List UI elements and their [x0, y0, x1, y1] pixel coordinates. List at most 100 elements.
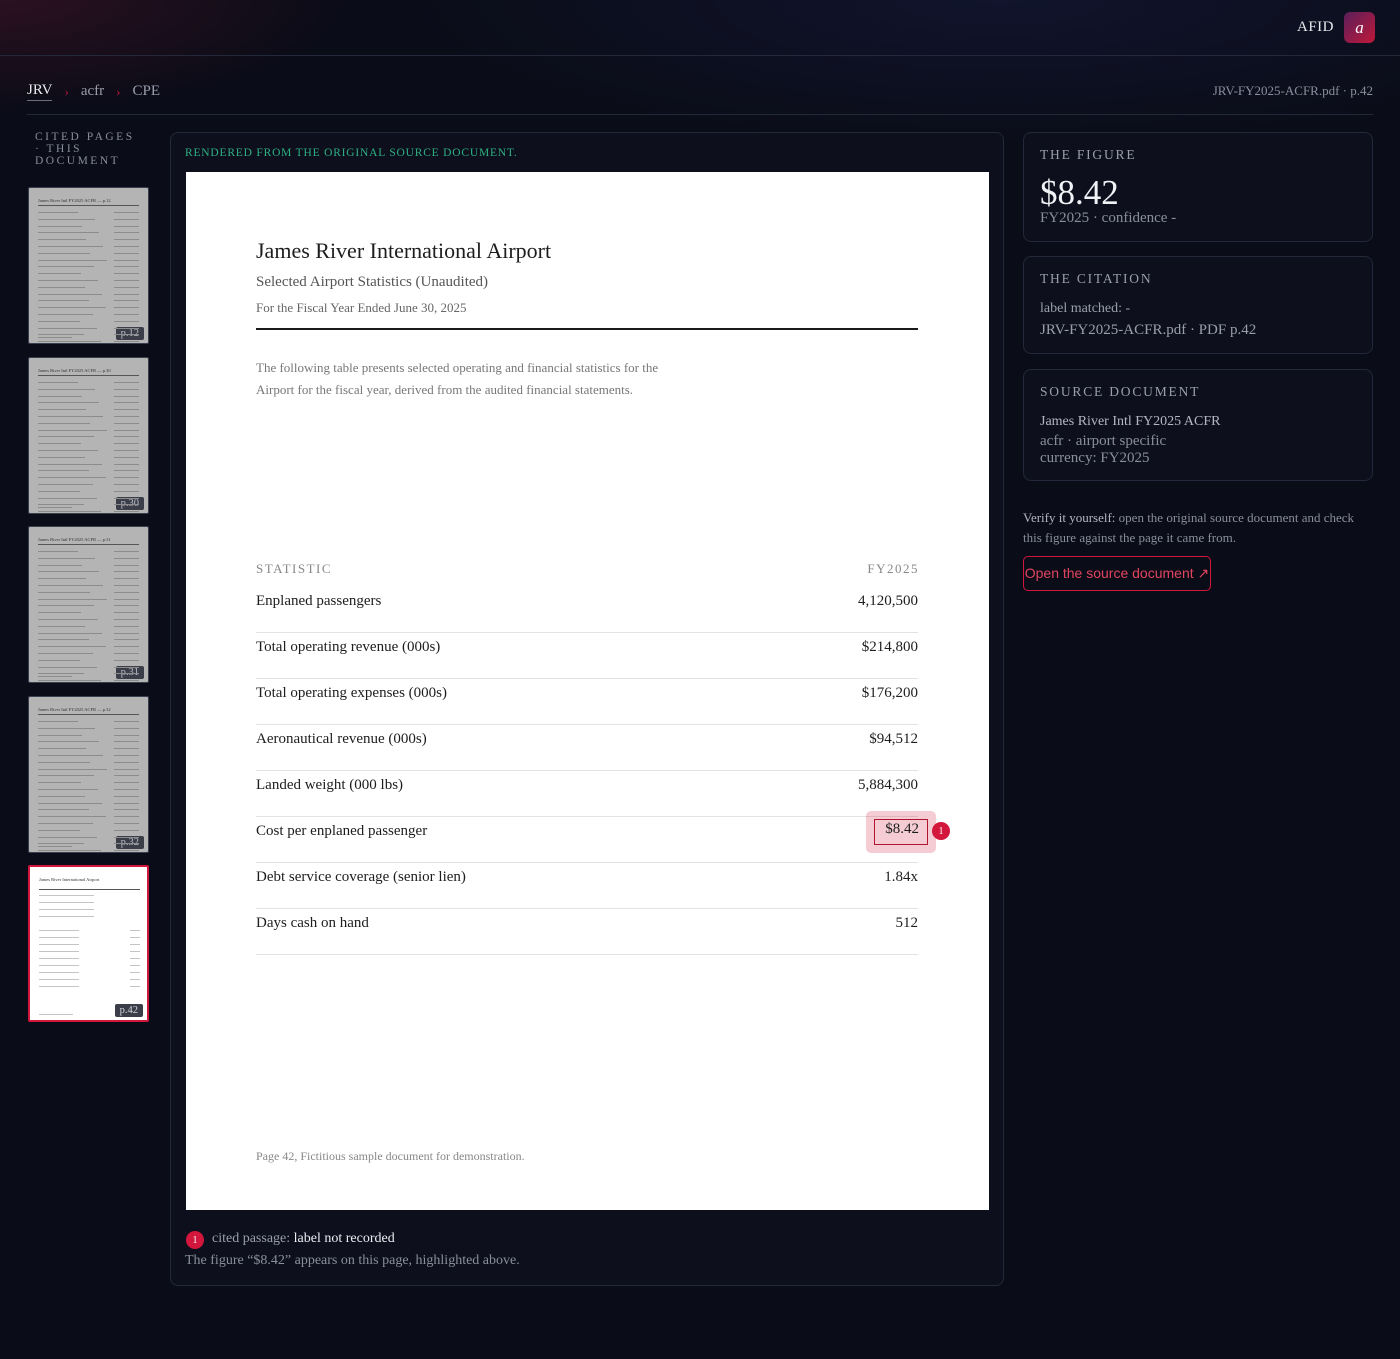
thumbnail-header: James River Intl FY2025 ACFR — p.31	[38, 537, 111, 542]
column-header-statistic: STATISTIC	[256, 561, 333, 576]
breadcrumb: JRV › acfr › CPE	[27, 82, 160, 101]
breadcrumb-item-jrv[interactable]: JRV	[27, 82, 53, 101]
thumbnail-text-line	[38, 782, 81, 784]
table-row: Aeronautical revenue (000s) $94,512	[256, 725, 918, 771]
thumbnail-text-line	[39, 944, 79, 945]
highlighted-value[interactable]: $8.42	[885, 821, 919, 838]
row-value: $94,512	[869, 731, 918, 747]
thumbnail-header: James River Intl FY2025 ACFR — p.12	[38, 198, 111, 203]
thumbnail-text-line	[38, 741, 99, 743]
thumbnail-text-line	[38, 266, 94, 268]
thumbnail-text-line	[38, 789, 98, 790]
thumbnail-text-line	[38, 225, 82, 227]
citation-marker[interactable]: 1	[932, 822, 950, 840]
thumbnail-text-line	[114, 551, 139, 552]
thumbnail-text-line	[130, 965, 140, 966]
thumbnail-text-line	[38, 239, 86, 241]
thumbnail-text-line	[114, 585, 139, 586]
page-thumbnail-p42[interactable]: James River International Airport p.42	[28, 865, 149, 1022]
thumbnail-text-line	[39, 965, 79, 966]
citation-location: JRV-FY2025-ACFR.pdf · PDF p.42	[1040, 322, 1257, 338]
cited-passage-prefix: cited passage:	[212, 1231, 291, 1246]
thumbnail-text-line	[38, 673, 84, 675]
row-label: Landed weight (000 lbs)	[256, 777, 404, 793]
thumbnail-text-line	[114, 761, 139, 763]
thumbnail-text-line	[114, 320, 139, 322]
thumbnail-text-line	[114, 429, 139, 431]
thumbnail-text-line	[114, 802, 139, 804]
thumbnail-text-line	[38, 422, 90, 424]
thumbnail-text-line	[114, 646, 139, 648]
page-thumbnail-p32[interactable]: James River Intl FY2025 ACFR — p.32 p.32	[28, 696, 149, 853]
breadcrumb-item-acfr[interactable]: acfr	[81, 83, 104, 100]
thumbnail-text-line	[38, 246, 103, 247]
thumbnail-text-line	[38, 632, 102, 634]
page-thumbnail-p31[interactable]: James River Intl FY2025 ACFR — p.31 p.31	[28, 526, 149, 683]
cited-passage-badge: 1	[186, 1231, 204, 1249]
document-viewer: RENDERED FROM THE ORIGINAL SOURCE DOCUME…	[170, 132, 1004, 1286]
thumbnail-text-line	[38, 416, 103, 417]
thumbnail-text-line	[38, 504, 84, 506]
thumbnail-text-line	[114, 382, 139, 383]
thumbnail-text-line	[114, 673, 139, 675]
page-thumbnail-p12[interactable]: James River Intl FY2025 ACFR — p.12 p.12	[28, 187, 149, 344]
thumbnail-text-line	[114, 625, 139, 627]
thumbnail-text-line	[114, 456, 139, 458]
thumbnail-text-line	[114, 829, 139, 831]
thumbnail-text-line	[39, 937, 79, 938]
thumbnail-rule	[38, 544, 139, 545]
page-thumbnail-p30[interactable]: James River Intl FY2025 ACFR — p.30 p.30	[28, 357, 149, 514]
thumbnail-text-line	[38, 429, 107, 431]
thumbnail-footer-line	[39, 1014, 73, 1015]
sidebar-title: CITED PAGES · THIS DOCUMENT	[35, 131, 135, 167]
page-rule	[256, 328, 918, 330]
thumbnail-text-line	[114, 795, 139, 797]
thumbnail-text-line	[38, 659, 80, 661]
figure-card: THE FIGURE $8.42 FY2025 · confidence -	[1023, 132, 1373, 242]
thumbnail-text-line	[114, 755, 139, 756]
thumbnail-text-line	[114, 341, 139, 343]
thumbnail-text-line	[38, 402, 99, 404]
thumbnail-header: James River Intl FY2025 ACFR — p.30	[38, 368, 111, 373]
thumbnail-text-line	[38, 212, 78, 213]
thumbnail-header: James River Intl FY2025 ACFR — p.32	[38, 707, 111, 712]
thumbnail-footer-line	[38, 507, 72, 508]
thumbnail-text-line	[38, 443, 81, 445]
thumbnail-text-line	[114, 259, 139, 261]
thumbnail-text-line	[114, 239, 139, 241]
thumbnail-text-line	[38, 327, 97, 329]
verify-lead: Verify it yourself:	[1023, 510, 1116, 525]
thumbnail-text-line	[130, 951, 140, 952]
thumbnail-text-line	[38, 436, 94, 438]
thumbnail-text-line	[38, 334, 84, 336]
thumbnail-text-line	[38, 320, 80, 322]
thumbnail-text-line	[38, 484, 93, 485]
thumbnail-text-line	[114, 470, 139, 472]
chevron-right-icon: ›	[116, 83, 121, 99]
source-card-title: SOURCE DOCUMENT	[1040, 384, 1201, 399]
thumbnail-text-line	[114, 680, 139, 682]
thumbnail-text-line	[130, 979, 140, 980]
thumbnail-text-line	[114, 843, 139, 845]
thumbnail-text-line	[114, 619, 139, 620]
thumbnail-text-line	[39, 979, 79, 980]
thumbnail-text-line	[114, 564, 139, 566]
thumbnail-text-line	[114, 511, 139, 513]
page-title: James River International Airport	[256, 238, 552, 263]
thumbnail-text-line	[114, 484, 139, 485]
thumbnail-text-line	[38, 843, 84, 845]
open-source-button[interactable]: Open the source document ↗	[1023, 556, 1211, 591]
thumbnail-text-line	[38, 809, 89, 811]
source-name: James River Intl FY2025 ACFR	[1040, 414, 1221, 429]
thumbnail-text-line	[38, 382, 78, 383]
cited-passage: cited passage: label not recorded	[212, 1231, 395, 1247]
breadcrumb-item-cpe[interactable]: CPE	[132, 83, 160, 100]
row-value: 1.84x	[884, 869, 918, 885]
row-label: Enplaned passengers	[256, 593, 382, 609]
thumbnail-text-line	[38, 497, 97, 499]
thumbnail-text-line	[38, 409, 86, 411]
thumbnail-text-line	[114, 653, 139, 654]
thumbnail-text-line	[114, 246, 139, 247]
avatar[interactable]: a	[1344, 12, 1375, 43]
table-row: Days cash on hand 512	[256, 909, 918, 955]
